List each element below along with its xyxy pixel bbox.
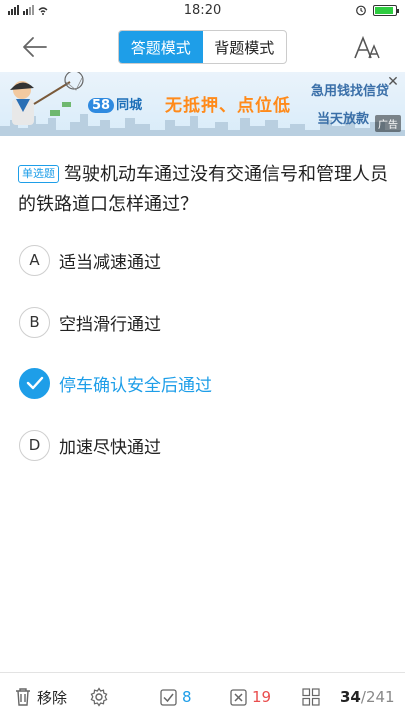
ad-logo-number: 58: [88, 98, 115, 113]
option-c-text: 停车确认安全后通过: [59, 375, 212, 396]
ad-close-icon[interactable]: ✕: [385, 74, 401, 90]
mode-switch: 答题模式 背题模式: [118, 30, 287, 64]
ad-logo: 58 同城: [88, 94, 142, 113]
option-a[interactable]: A 适当减速通过: [19, 243, 389, 277]
back-button[interactable]: [20, 32, 50, 62]
ad-line2: 当天放款: [316, 112, 369, 127]
question-text: 驾驶机动车通过没有交通信号和管理人员的铁路道口怎样通过？: [18, 164, 388, 215]
alarm-icon: [356, 5, 366, 16]
tab-answer-mode[interactable]: 答题模式: [119, 31, 203, 63]
option-d-text: 加速尽快通过: [59, 437, 161, 458]
option-a-text: 适当减速通过: [59, 252, 161, 273]
ad-line1: 急用钱找信贷: [310, 84, 389, 99]
status-time: 18:20: [183, 3, 222, 18]
bottom-bar: 移除 8 19 34/241: [0, 672, 405, 720]
status-bar: 18:20: [0, 0, 405, 22]
back-arrow-icon: [23, 37, 47, 57]
question-type-badge: 单选题: [18, 165, 59, 183]
ad-banner[interactable]: 58 同城 无抵押、点位低 急用钱找信贷 当天放款 广告 ✕: [0, 72, 405, 136]
wrong-count: 19: [252, 688, 272, 706]
wrong-checkbox-icon: [230, 688, 247, 706]
total-question-number: 241: [365, 688, 395, 706]
trash-icon: [16, 688, 30, 706]
question-grid-button[interactable]: [302, 685, 320, 709]
option-a-letter: A: [19, 244, 50, 276]
correct-count-button[interactable]: 8: [160, 685, 192, 709]
remove-label: 移除: [37, 688, 68, 707]
font-size-icon: [354, 35, 380, 59]
option-b[interactable]: B 空挡滑行通过: [19, 305, 389, 339]
option-c[interactable]: 停车确认安全后通过: [19, 366, 389, 400]
progress-indicator: 34/241: [340, 685, 395, 709]
correct-count: 8: [182, 688, 192, 706]
checkmark-icon: [19, 367, 50, 399]
settings-button[interactable]: [89, 685, 109, 709]
tab-recite-mode[interactable]: 背题模式: [203, 31, 287, 63]
wrong-count-button[interactable]: 19: [230, 685, 271, 709]
gear-icon: [90, 687, 108, 707]
ad-tag: 广告: [375, 115, 401, 132]
nav-bar: 答题模式 背题模式: [0, 22, 405, 72]
font-size-button[interactable]: [353, 34, 383, 62]
remove-button[interactable]: 移除: [14, 685, 67, 709]
ad-headline: 无抵押、点位低: [165, 96, 291, 116]
grid-icon: [302, 688, 320, 706]
option-d-letter: D: [19, 429, 50, 461]
ad-logo-text: 同城: [116, 98, 143, 113]
correct-checkbox-icon: [160, 688, 177, 706]
option-b-text: 空挡滑行通过: [59, 314, 161, 335]
current-question-number: 34: [340, 688, 361, 706]
question-text-block: 单选题 驾驶机动车通过没有交通信号和管理人员的铁路道口怎样通过？: [18, 160, 388, 220]
option-d[interactable]: D 加速尽快通过: [19, 428, 389, 462]
ad-figure-graphic: [10, 72, 84, 125]
option-b-letter: B: [19, 306, 50, 338]
battery-icon: [373, 4, 399, 16]
